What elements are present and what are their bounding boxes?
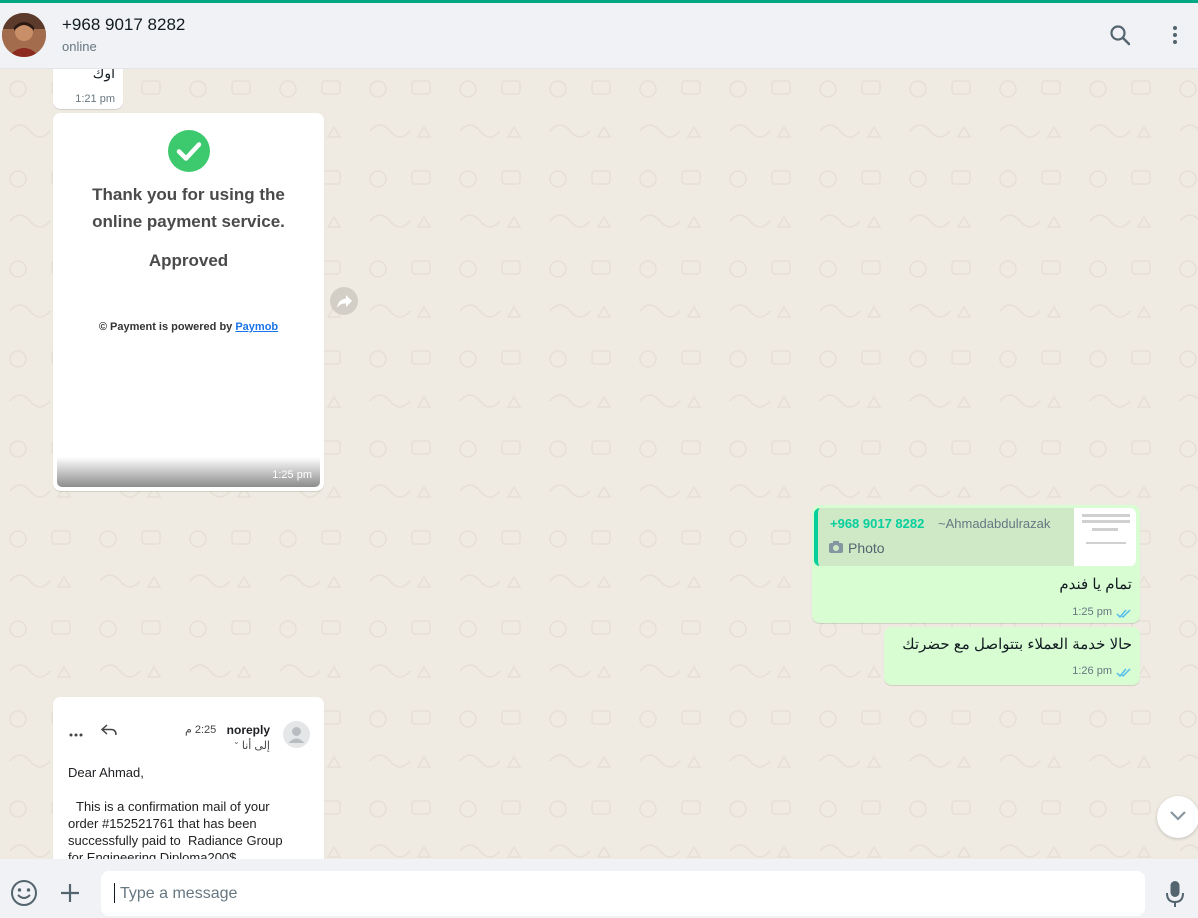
incoming-image-message[interactable]: Thank you for using the online payment s… xyxy=(53,113,324,491)
outgoing-message[interactable]: حالا خدمة العملاء بتتواصل مع حضرتك 1:26 … xyxy=(884,627,1140,685)
contact-name[interactable]: +968 9017 8282 xyxy=(62,15,185,35)
message-time: 1:25 pm xyxy=(272,469,312,481)
payment-heading-line1: Thank you for using the xyxy=(92,185,285,204)
email-screenshot[interactable]: noreply 2:25 م إلى أنا ⌄ Dear Ahmad, Thi… xyxy=(57,701,320,859)
message-input-placeholder: Type a message xyxy=(120,885,238,902)
plus-icon[interactable] xyxy=(58,881,82,910)
email-body-line: for Engineering Diploma200$. xyxy=(68,850,240,859)
powered-by-text: © Payment is powered by xyxy=(98,321,236,333)
paymob-link[interactable]: Paymob xyxy=(235,321,278,333)
message-input[interactable]: Type a message xyxy=(101,871,1145,916)
text-caret xyxy=(114,883,115,903)
user-icon xyxy=(283,721,310,748)
quote-type: Photo xyxy=(848,540,885,556)
double-check-icon xyxy=(1116,606,1132,624)
email-time: 2:25 م xyxy=(185,724,217,736)
email-body-line: This is a confirmation mail of your xyxy=(76,799,270,814)
scroll-to-bottom-button[interactable] xyxy=(1157,796,1198,838)
search-icon[interactable] xyxy=(1108,23,1132,47)
chat-panel[interactable]: اوك 1:21 pm Thank you for using the onli… xyxy=(0,69,1198,859)
checkmark-icon xyxy=(168,130,210,177)
avatar[interactable] xyxy=(2,13,46,57)
message-text: تمام يا فندم xyxy=(1059,576,1132,593)
chevron-down-icon: ⌄ xyxy=(233,737,240,746)
outgoing-message[interactable]: +968 9017 8282 ~Ahmadabdulrazak Photo تم… xyxy=(812,505,1140,623)
message-text: حالا خدمة العملاء بتتواصل مع حضرتك xyxy=(902,636,1132,653)
powered-by-line: © Payment is powered by Paymob xyxy=(57,321,320,333)
email-recipient: إلى أنا xyxy=(241,740,270,752)
message-time: 1:25 pm xyxy=(1072,606,1112,618)
quote-push-name: ~Ahmadabdulrazak xyxy=(938,516,1051,531)
quote-thumbnail xyxy=(1074,508,1136,566)
menu-icon[interactable] xyxy=(1163,23,1187,47)
contact-status: online xyxy=(62,39,97,54)
message-composer: Type a message xyxy=(0,859,1198,918)
email-greeting: Dear Ahmad, xyxy=(68,765,144,780)
email-body-line: order #152521761 that has been xyxy=(68,816,257,831)
payment-status: Approved xyxy=(148,251,229,270)
microphone-icon[interactable] xyxy=(1165,879,1185,914)
incoming-image-message[interactable]: noreply 2:25 م إلى أنا ⌄ Dear Ahmad, Thi… xyxy=(53,697,324,859)
message-time: 1:21 pm xyxy=(75,93,115,105)
more-icon xyxy=(69,725,83,743)
message-time: 1:26 pm xyxy=(1072,665,1112,677)
quoted-message[interactable]: +968 9017 8282 ~Ahmadabdulrazak Photo xyxy=(814,508,1136,566)
emoji-icon[interactable] xyxy=(10,879,38,912)
quote-author: +968 9017 8282 xyxy=(830,516,925,531)
incoming-message[interactable]: اوك 1:21 pm xyxy=(53,69,123,109)
reply-icon xyxy=(100,723,117,741)
chat-header[interactable]: +968 9017 8282 online xyxy=(0,3,1198,69)
message-text: اوك xyxy=(92,69,115,81)
email-sender: noreply xyxy=(226,723,270,737)
payment-heading-line2: online payment service. xyxy=(92,212,285,231)
chevron-down-icon xyxy=(1168,809,1188,828)
payment-screenshot[interactable]: Thank you for using the online payment s… xyxy=(57,117,320,487)
email-body-line: successfully paid to Radiance Group xyxy=(68,833,283,848)
camera-icon xyxy=(828,540,844,559)
forward-icon[interactable] xyxy=(330,287,358,315)
double-check-icon xyxy=(1116,665,1132,683)
